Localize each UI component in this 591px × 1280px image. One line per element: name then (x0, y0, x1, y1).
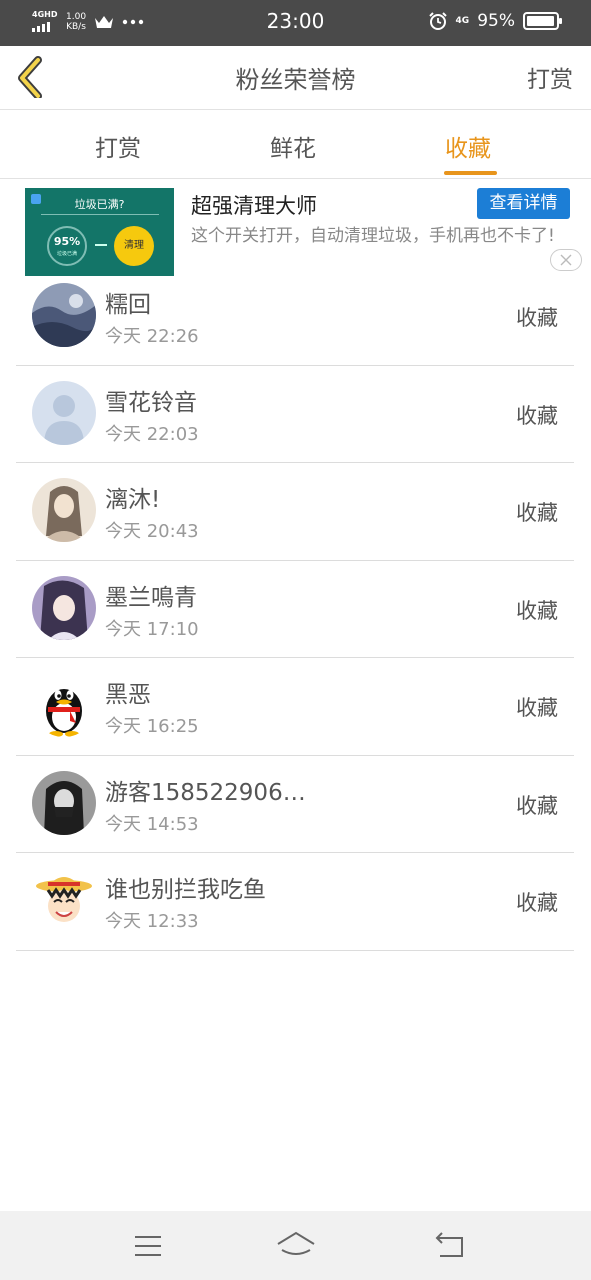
fan-action: 收藏 (516, 598, 558, 623)
fan-action: 收藏 (516, 306, 558, 330)
list-item[interactable]: 游客158522906… 今天 14:53 收藏 (16, 756, 574, 853)
back-icon (435, 1232, 463, 1257)
fan-time: 今天 20:43 (105, 521, 199, 542)
tab-reward[interactable]: 打赏 (95, 129, 141, 163)
reward-button[interactable]: 打赏 (527, 60, 573, 94)
list-item[interactable]: 黑恶 今天 16:25 收藏 (16, 658, 574, 756)
fan-time: 今天 12:33 (105, 911, 199, 932)
ad-clean-badge: 清理 (114, 226, 154, 266)
title-bar: 粉丝荣誉榜 打赏 (0, 46, 591, 110)
battery-percent: 95% (477, 11, 515, 31)
fan-time: 今天 17:10 (105, 618, 199, 640)
home-icon (277, 1231, 315, 1255)
list-item[interactable]: 雪花铃音 今天 22:03 收藏 (16, 366, 574, 463)
fan-action: 收藏 (516, 891, 558, 915)
fan-name: 游客158522906… (105, 779, 306, 806)
tab-flowers[interactable]: 鲜花 (270, 129, 316, 163)
ad-percent-sub: 垃圾已满 (56, 251, 77, 257)
active-tab-indicator (444, 171, 497, 175)
fan-action: 收藏 (516, 501, 558, 525)
status-bar: 4GHD 1.00 KB/s 23:00 4G 95% (0, 0, 591, 46)
ad-title: 超强清理大师 (191, 194, 317, 218)
ad-details-button[interactable]: 查看详情 (477, 188, 570, 219)
menu-icon (135, 1236, 161, 1256)
avatar[interactable] (32, 575, 96, 640)
ad-percent: 95% (53, 235, 81, 248)
ad-banner[interactable]: 垃圾已满? 95% 垃圾已满 清理 超强清理大师 查看详情 这个开关打开，自动清… (0, 180, 591, 280)
avatar[interactable] (32, 283, 96, 347)
fan-name: 谁也别拦我吃鱼 (105, 877, 266, 903)
fan-name: 漓沐! (105, 487, 161, 513)
alarm-icon (428, 12, 447, 30)
arrow-icon (95, 244, 107, 246)
close-icon (560, 254, 572, 266)
ad-image-headline: 垃圾已满? (74, 198, 125, 211)
page-title: 粉丝荣誉榜 (235, 66, 356, 94)
home-button[interactable] (276, 1228, 316, 1264)
menu-button[interactable] (130, 1228, 166, 1264)
fan-name: 糯回 (105, 292, 151, 318)
fan-action: 收藏 (516, 793, 558, 818)
list-item[interactable]: 谁也别拦我吃鱼 今天 12:33 收藏 (16, 853, 574, 951)
network-type-right: 4G (455, 15, 470, 26)
fan-name: 墨兰鳴青 (105, 584, 197, 611)
list-item[interactable]: 糯回 今天 22:26 收藏 (16, 268, 574, 366)
battery-icon (523, 12, 562, 30)
fan-action: 收藏 (516, 403, 558, 428)
fan-name: 雪花铃音 (105, 389, 197, 416)
fan-name: 黑恶 (105, 682, 151, 708)
fan-time: 今天 22:03 (105, 423, 199, 445)
fan-time: 今天 16:25 (105, 716, 199, 737)
avatar[interactable] (32, 673, 96, 737)
back-nav-button[interactable] (432, 1228, 468, 1264)
tab-favorites[interactable]: 收藏 (445, 129, 491, 163)
system-nav-bar (0, 1211, 591, 1280)
fan-time: 今天 22:26 (105, 326, 199, 347)
avatar[interactable] (32, 868, 96, 932)
ad-percent-ring: 95% 垃圾已满 (47, 226, 87, 266)
list-item[interactable]: 漓沐! 今天 20:43 收藏 (16, 463, 574, 561)
list-item[interactable]: 墨兰鳴青 今天 17:10 收藏 (16, 561, 574, 658)
avatar[interactable] (32, 380, 96, 445)
ad-description: 这个开关打开，自动清理垃圾，手机再也不卡了! (191, 226, 555, 246)
fan-list: 糯回 今天 22:26 收藏 雪花铃音 今天 22:03 收藏 漓沐! 今天 2… (16, 268, 574, 951)
ad-image[interactable]: 垃圾已满? 95% 垃圾已满 清理 (25, 188, 174, 276)
fan-time: 今天 14:53 (105, 813, 199, 835)
tab-bar: 打赏 鲜花 收藏 (0, 111, 591, 179)
fan-action: 收藏 (516, 696, 558, 720)
avatar[interactable] (32, 478, 96, 542)
avatar[interactable] (32, 770, 96, 835)
